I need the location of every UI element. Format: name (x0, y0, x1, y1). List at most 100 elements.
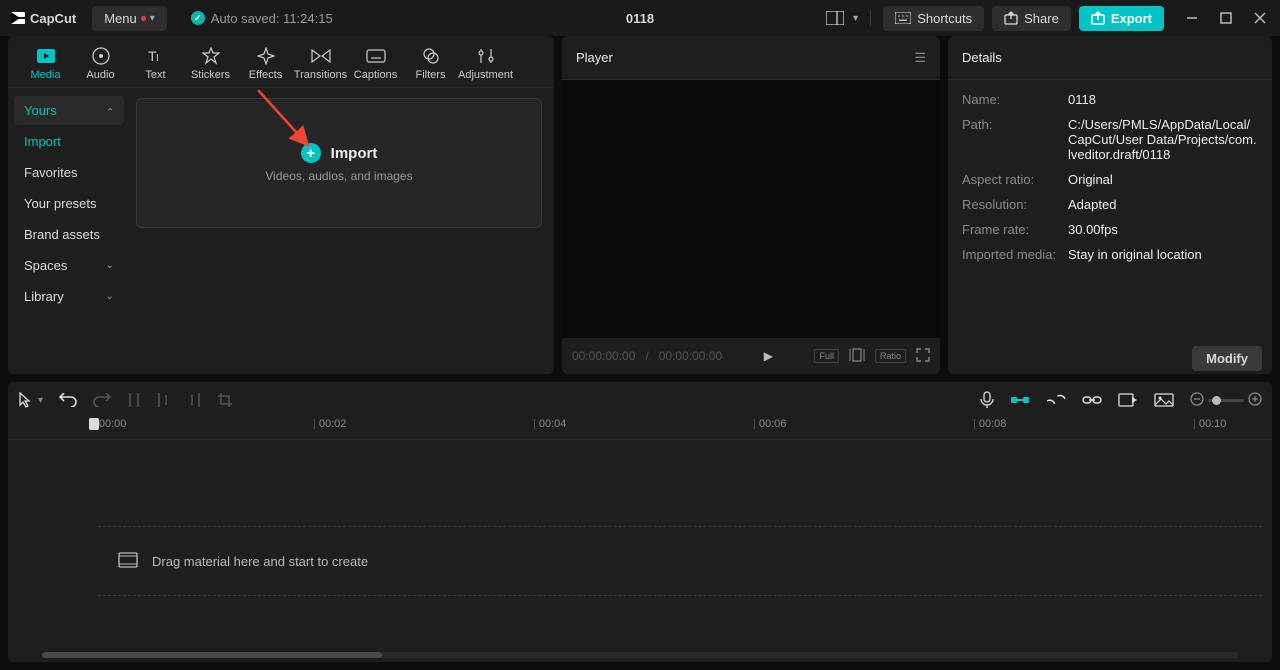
link-icon[interactable] (1082, 395, 1102, 405)
undo-icon[interactable] (59, 393, 77, 407)
chevron-down-icon[interactable]: ▾ (38, 395, 43, 406)
tab-audio[interactable]: Audio (73, 42, 128, 87)
ruler-tick: 00:02 (319, 418, 347, 430)
pointer-tool-icon[interactable] (18, 392, 32, 408)
split-icon[interactable] (127, 392, 141, 408)
snap-icon[interactable] (1046, 394, 1066, 406)
details-panel: Details Name:0118 Path:C:/Users/PMLS/App… (948, 36, 1272, 374)
close-icon[interactable] (1250, 8, 1270, 28)
split-right-icon[interactable] (187, 392, 201, 408)
share-button[interactable]: Share (992, 6, 1071, 31)
zoom-in-icon[interactable] (1248, 392, 1262, 409)
app-logo: CapCut (10, 10, 76, 26)
media-icon (36, 46, 56, 66)
tab-effects[interactable]: Effects (238, 42, 293, 87)
full-button[interactable]: Full (814, 349, 839, 363)
share-icon (1004, 11, 1018, 25)
menu-button[interactable]: Menu ▾ (92, 6, 167, 31)
timeline-panel: ▾ |00:00 |00:02 |00:04 |00:06 |00:08 |00… (8, 382, 1272, 662)
cover-icon[interactable] (1154, 393, 1174, 407)
scrollbar-thumb[interactable] (42, 652, 382, 658)
sidebar-item-presets[interactable]: Your presets (14, 189, 124, 218)
playhead-handle[interactable] (89, 418, 99, 430)
share-label: Share (1024, 11, 1059, 26)
crop-icon[interactable] (217, 392, 233, 408)
sidebar-item-label: Your presets (24, 196, 97, 211)
text-icon: TI (146, 46, 166, 66)
stickers-icon (201, 46, 221, 66)
shortcuts-label: Shortcuts (917, 11, 972, 26)
tab-transitions[interactable]: Transitions (293, 42, 348, 87)
tab-media[interactable]: Media (18, 42, 73, 87)
modify-button[interactable]: Modify (1192, 346, 1262, 371)
sidebar-item-label: Brand assets (24, 227, 100, 242)
sidebar-item-yours[interactable]: Yours ⌄ (14, 96, 124, 125)
sidebar-item-label: Yours (24, 103, 57, 118)
timeline-scrollbar[interactable] (42, 652, 1238, 658)
sidebar-item-brand[interactable]: Brand assets (14, 220, 124, 249)
preview-icon[interactable] (1118, 393, 1138, 407)
autosave-text: Auto saved: 11:24:15 (211, 11, 333, 26)
captions-icon (366, 46, 386, 66)
sidebar-item-favorites[interactable]: Favorites (14, 158, 124, 187)
tab-label: Captions (354, 69, 397, 81)
timeline-hint-text: Drag material here and start to create (152, 554, 368, 569)
timeline-tracks[interactable]: Drag material here and start to create (8, 440, 1272, 652)
timeline-drop-hint: Drag material here and start to create (98, 526, 1262, 596)
sidebar-item-library[interactable]: Library ⌄ (14, 282, 124, 311)
sidebar-item-label: Import (24, 134, 61, 149)
value-path: C:/Users/PMLS/AppData/Local/CapCut/User … (1068, 117, 1258, 162)
magnet-main-icon[interactable] (1010, 393, 1030, 407)
split-left-icon[interactable] (157, 392, 171, 408)
chevron-down-icon: ▾ (150, 13, 155, 24)
tab-label: Adjustment (458, 69, 513, 81)
player-panel: Player ☰ 00:00:00:00 / 00:00:00:00 ▶ Ful… (562, 36, 940, 374)
tab-text[interactable]: TI Text (128, 42, 183, 87)
play-icon[interactable]: ▶ (764, 349, 773, 363)
sidebar-item-spaces[interactable]: Spaces⌄ (14, 251, 124, 280)
tab-adjustment[interactable]: Adjustment (458, 42, 513, 87)
export-button[interactable]: Export (1079, 6, 1164, 31)
label-name: Name: (962, 92, 1068, 107)
tab-label: Filters (416, 69, 446, 81)
tab-stickers[interactable]: Stickers (183, 42, 238, 87)
timeline-ruler[interactable]: |00:00 |00:02 |00:04 |00:06 |00:08 |00:1… (8, 418, 1272, 440)
zoom-thumb[interactable] (1212, 396, 1221, 405)
sidebar-item-label: Library (24, 289, 64, 304)
tab-label: Effects (249, 69, 282, 81)
redo-icon[interactable] (93, 393, 111, 407)
shortcuts-button[interactable]: Shortcuts (883, 6, 984, 31)
chevron-down-icon[interactable]: ▾ (853, 13, 858, 24)
chevron-down-icon: ⌄ (106, 291, 114, 302)
compare-icon[interactable] (849, 348, 865, 365)
import-dropzone[interactable]: + Import Videos, audios, and images (136, 98, 542, 228)
zoom-out-icon[interactable] (1190, 392, 1204, 409)
tab-filters[interactable]: Filters (403, 42, 458, 87)
chevron-up-icon: ⌄ (106, 105, 114, 116)
menu-label: Menu (104, 11, 137, 26)
layout-icon[interactable] (825, 8, 845, 28)
label-framerate: Frame rate: (962, 222, 1068, 237)
zoom-slider[interactable] (1208, 399, 1244, 402)
fullscreen-icon[interactable] (916, 348, 930, 365)
maximize-icon[interactable] (1216, 8, 1236, 28)
project-title: 0118 (626, 11, 654, 26)
label-path: Path: (962, 117, 1068, 162)
value-aspect: Original (1068, 172, 1258, 187)
time-current: 00:00:00:00 (572, 349, 635, 363)
value-name: 0118 (1068, 92, 1258, 107)
label-aspect: Aspect ratio: (962, 172, 1068, 187)
import-title: Import (331, 145, 378, 162)
minimize-icon[interactable] (1182, 8, 1202, 28)
time-separator: / (645, 349, 648, 363)
separator (870, 10, 871, 26)
check-icon: ✓ (191, 11, 205, 25)
label-imported: Imported media: (962, 247, 1068, 262)
time-total: 00:00:00:00 (659, 349, 722, 363)
sidebar-item-import[interactable]: Import (14, 127, 124, 156)
timeline-toolbar: ▾ (8, 382, 1272, 418)
mic-icon[interactable] (980, 391, 994, 409)
hamburger-icon[interactable]: ☰ (914, 50, 926, 66)
ratio-button[interactable]: Ratio (875, 349, 906, 363)
tab-captions[interactable]: Captions (348, 42, 403, 87)
